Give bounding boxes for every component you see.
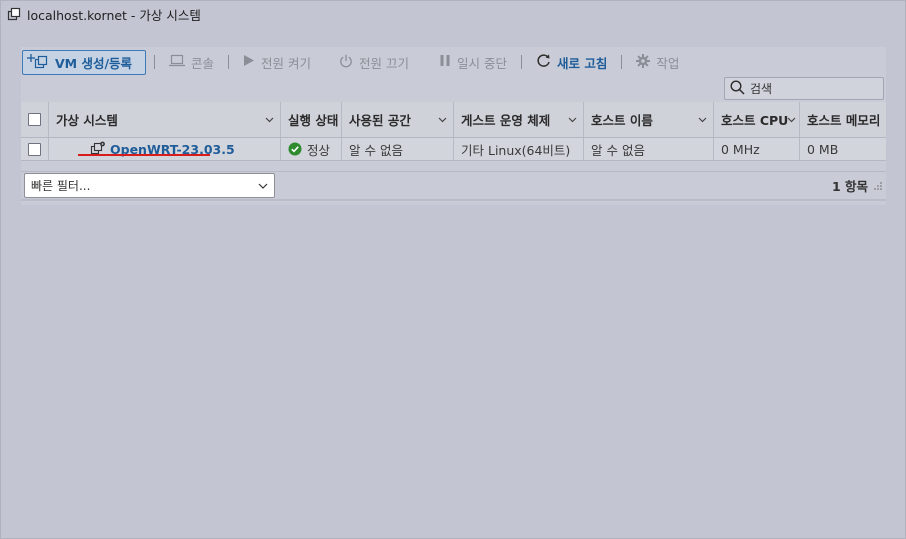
column-header-host-cpu[interactable]: 호스트 CPU bbox=[714, 102, 800, 137]
console-label: 콘솔 bbox=[191, 55, 215, 71]
host-memory-text: 0 MB bbox=[807, 141, 839, 157]
toolbar-divider bbox=[521, 55, 522, 69]
chevron-down-icon bbox=[568, 117, 577, 122]
chevron-down-icon bbox=[265, 117, 274, 122]
power-on-button[interactable]: 전원 켜기 bbox=[237, 50, 317, 74]
chevron-down-icon bbox=[787, 117, 796, 122]
row-select-cell bbox=[21, 138, 49, 160]
window-title: localhost.kornet - 가상 시스템 bbox=[27, 7, 201, 23]
column-header-host-memory[interactable]: 호스트 메모리 bbox=[800, 102, 886, 137]
power-off-button[interactable]: 전원 끄기 bbox=[333, 50, 415, 74]
toolbar-divider bbox=[228, 55, 230, 69]
search-placeholder: 검색 bbox=[750, 82, 773, 96]
host-name-text: 알 수 없음 bbox=[591, 142, 645, 158]
column-header-label: 사용된 공간 bbox=[349, 113, 411, 128]
item-count-text: 1 항목 bbox=[831, 179, 868, 194]
select-all-cell bbox=[21, 102, 49, 137]
item-count: 1 항목 bbox=[832, 176, 882, 195]
vm-list-panel: VM 생성/등록 콘솔 전원 켜기 전원 끄기 일시 중단 새로 고침 작업 검… bbox=[21, 47, 886, 205]
chevron-down-icon bbox=[438, 117, 447, 122]
vm-window-icon bbox=[7, 7, 21, 21]
cell-guest-os: 기타 Linux(64비트) bbox=[454, 138, 584, 160]
create-vm-label: VM 생성/등록 bbox=[55, 55, 133, 71]
cell-host-name: 알 수 없음 bbox=[584, 138, 714, 160]
column-header-vm[interactable]: 가상 시스템 bbox=[49, 102, 281, 137]
toolbar: VM 생성/등록 콘솔 전원 켜기 전원 끄기 일시 중단 새로 고침 작업 bbox=[21, 47, 886, 77]
table-row[interactable]: OpenWRT-23.03.5 정상 알 수 없음 기타 Linux(64비트)… bbox=[21, 137, 886, 161]
guest-os-text: 기타 Linux(64비트) bbox=[461, 142, 571, 158]
window-titlebar: localhost.kornet - 가상 시스템 bbox=[7, 5, 201, 23]
create-vm-button[interactable]: VM 생성/등록 bbox=[22, 49, 147, 75]
select-all-checkbox[interactable] bbox=[28, 113, 41, 126]
row-checkbox[interactable] bbox=[28, 142, 41, 156]
power-icon bbox=[339, 54, 353, 71]
column-header-label: 호스트 이름 bbox=[591, 113, 653, 128]
host-cpu-text: 0 MHz bbox=[721, 141, 760, 157]
column-header-label: 실행 상태 bbox=[288, 113, 339, 128]
search-input[interactable]: 검색 bbox=[724, 77, 884, 100]
play-icon bbox=[243, 54, 255, 70]
actions-label: 작업 bbox=[656, 55, 680, 71]
cell-host-cpu: 0 MHz bbox=[714, 138, 800, 160]
app-window: localhost.kornet - 가상 시스템 VM 생성/등록 콘솔 전원… bbox=[0, 0, 906, 539]
cell-host-memory: 0 MB bbox=[800, 138, 886, 160]
add-vm-icon bbox=[27, 53, 49, 72]
actions-button[interactable]: 작업 bbox=[630, 50, 685, 74]
toolbar-divider bbox=[154, 55, 156, 69]
suspend-button[interactable]: 일시 중단 bbox=[433, 50, 513, 74]
console-icon bbox=[169, 54, 186, 70]
column-header-label: 호스트 CPU bbox=[721, 113, 789, 128]
column-header-label: 게스트 운영 체제 bbox=[461, 113, 551, 128]
quick-filter-select[interactable]: 빠른 필터... bbox=[24, 173, 275, 198]
status-text: 정상 bbox=[307, 142, 331, 158]
refresh-label: 새로 고침 bbox=[557, 55, 608, 71]
column-header-status[interactable]: 실행 상태 bbox=[281, 102, 342, 137]
column-header-guest-os[interactable]: 게스트 운영 체제 bbox=[454, 102, 584, 137]
power-on-label: 전원 켜기 bbox=[261, 55, 312, 71]
gear-icon bbox=[636, 53, 651, 71]
cell-vm-name: OpenWRT-23.03.5 bbox=[49, 138, 281, 160]
chevron-down-icon bbox=[258, 183, 268, 189]
chevron-down-icon bbox=[698, 117, 707, 122]
refresh-icon bbox=[536, 53, 551, 71]
column-header-label: 호스트 메모리 bbox=[807, 113, 881, 128]
column-header-host-name[interactable]: 호스트 이름 bbox=[584, 102, 714, 137]
resize-grip-icon[interactable] bbox=[874, 178, 882, 193]
table-footer: 빠른 필터... 1 항목 bbox=[21, 171, 886, 201]
power-off-label: 전원 끄기 bbox=[359, 55, 410, 71]
refresh-button[interactable]: 새로 고침 bbox=[530, 50, 613, 74]
column-header-label: 가상 시스템 bbox=[56, 113, 118, 128]
toolbar-divider bbox=[621, 55, 623, 69]
used-space-text: 알 수 없음 bbox=[349, 142, 403, 158]
table-header-row: 가상 시스템 실행 상태 사용된 공간 게스트 운영 체제 호스트 이름 호스트… bbox=[21, 102, 886, 137]
console-button[interactable]: 콘솔 bbox=[163, 50, 220, 74]
vm-table: 가상 시스템 실행 상태 사용된 공간 게스트 운영 체제 호스트 이름 호스트… bbox=[21, 102, 886, 161]
column-header-used-space[interactable]: 사용된 공간 bbox=[342, 102, 454, 137]
search-icon bbox=[730, 79, 745, 98]
cell-used-space: 알 수 없음 bbox=[342, 138, 454, 160]
quick-filter-label: 빠른 필터... bbox=[31, 179, 91, 193]
check-circle-icon bbox=[288, 142, 302, 156]
suspend-label: 일시 중단 bbox=[457, 55, 507, 71]
red-underline-annotation bbox=[78, 154, 210, 156]
pause-icon bbox=[439, 54, 451, 70]
cell-status: 정상 bbox=[281, 138, 342, 160]
